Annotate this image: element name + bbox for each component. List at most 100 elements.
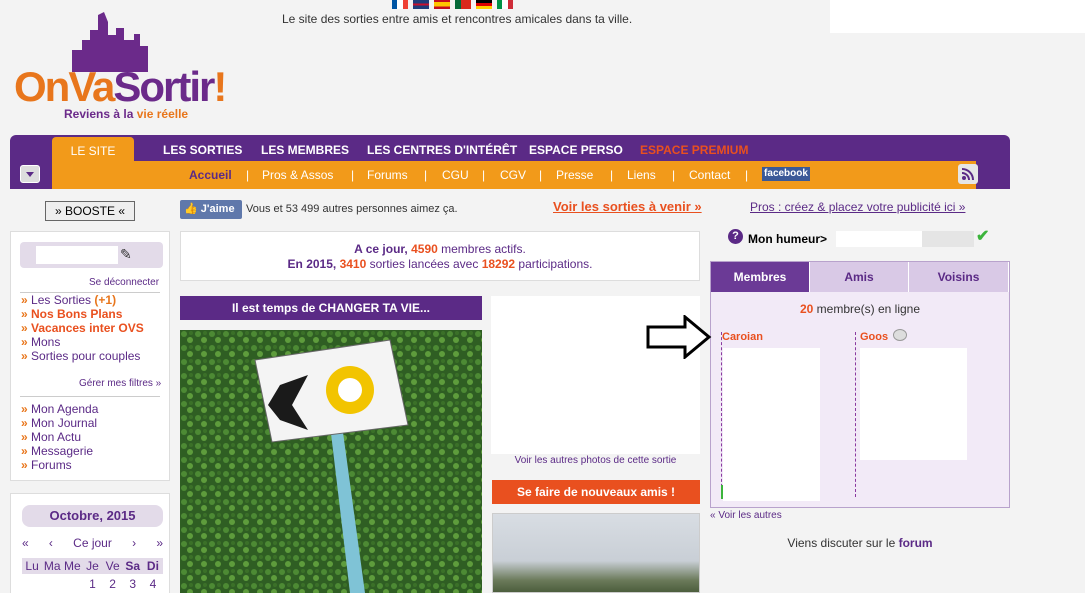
subnav-accueil[interactable]: Accueil — [189, 168, 232, 182]
change-life-banner[interactable]: Il est temps de CHANGER TA VIE... — [180, 296, 482, 320]
mood-input[interactable] — [836, 231, 922, 247]
facebook-link[interactable]: facebook — [762, 167, 810, 181]
calendar-day[interactable]: 2 — [103, 576, 123, 592]
manage-filters-link[interactable]: Gérer mes filtres » — [79, 378, 161, 389]
subnav-pros-assos[interactable]: Pros & Assos — [262, 168, 333, 182]
sidebar-item-les-sorties[interactable]: Les Sorties (+1) — [21, 293, 116, 307]
flag-de-icon[interactable] — [476, 0, 492, 9]
flag-fr-icon[interactable] — [392, 0, 408, 9]
nav-les-membres[interactable]: LES MEMBRES — [261, 143, 349, 157]
sidebar-item-bons-plans[interactable]: Nos Bons Plans — [21, 307, 122, 321]
cal-today[interactable]: Ce jour — [73, 536, 112, 550]
outing-photo[interactable] — [180, 330, 482, 593]
nav-les-sorties[interactable]: LES SORTIES — [163, 143, 242, 157]
facebook-like-button[interactable]: 👍 J'aime — [180, 200, 242, 219]
flag-es-icon[interactable] — [434, 0, 450, 9]
flag-uk-icon[interactable] — [413, 0, 429, 9]
member-avatar-icon[interactable] — [893, 329, 907, 341]
tab-amis[interactable]: Amis — [810, 262, 909, 292]
stats-text: sorties lancées avec — [369, 257, 479, 271]
sidebar-item-mons[interactable]: Mons — [21, 335, 60, 349]
stats-text: membres actifs. — [441, 242, 526, 256]
help-icon[interactable]: ? — [728, 229, 743, 244]
sidebar-item-forums[interactable]: Forums — [21, 458, 72, 472]
sorties-count-badge: (+1) — [94, 293, 117, 307]
forum-link[interactable]: forum — [899, 536, 933, 550]
mood-input-extension[interactable] — [922, 231, 974, 247]
flag-it-icon[interactable] — [497, 0, 513, 9]
separator: | — [745, 168, 749, 182]
facebook-like-count: Vous et 53 499 autres personnes aimez ça… — [246, 203, 458, 215]
logo-exclaim: ! — [213, 63, 227, 110]
separator: | — [539, 168, 543, 182]
calendar-day[interactable]: 3 — [123, 576, 143, 592]
sidebar-item-label: Les Sorties — [31, 293, 92, 307]
sidebar-item-couples[interactable]: Sorties pour couples — [21, 349, 140, 363]
forum-invite: Viens discuter sur le forum — [710, 536, 1010, 550]
more-photos-link[interactable]: Voir les autres photos de cette sortie — [491, 455, 700, 466]
calendar-day — [42, 576, 62, 592]
stats-box — [180, 231, 700, 281]
members-list-right — [860, 348, 967, 460]
logo-slogan: Reviens à la vie réelle — [64, 107, 188, 121]
online-members-count: 20 membre(s) en ligne — [710, 302, 1010, 316]
subnav-contact[interactable]: Contact — [689, 168, 730, 182]
stats-members: A ce jour, 4590 membres actifs. — [180, 242, 700, 256]
subnav-presse[interactable]: Presse — [556, 168, 593, 182]
calendar-day — [62, 576, 82, 592]
column-divider — [855, 332, 856, 497]
see-others-link[interactable]: « Voir les autres — [710, 510, 782, 521]
logout-link[interactable]: Se déconnecter — [89, 277, 159, 288]
nav-centres-interet[interactable]: LES CENTRES D'INTÉRÊT — [367, 143, 517, 157]
sidebar-item-messagerie[interactable]: Messagerie — [21, 444, 93, 458]
cal-prev-month[interactable]: ‹ — [49, 536, 53, 550]
participations-count: 18292 — [481, 257, 516, 271]
member-name[interactable]: Caroian — [722, 331, 763, 340]
rss-icon[interactable] — [958, 164, 978, 184]
nav-espace-premium[interactable]: ESPACE PREMIUM — [640, 143, 748, 157]
tab-membres[interactable]: Membres — [711, 262, 810, 292]
separator: | — [482, 168, 486, 182]
cal-prev-year[interactable]: « — [22, 536, 29, 550]
sidebar-item-agenda[interactable]: Mon Agenda — [21, 402, 98, 416]
nav-espace-perso[interactable]: ESPACE PERSO — [529, 143, 623, 157]
weekday: Ve — [105, 559, 120, 573]
ad-placeholder — [830, 0, 1085, 33]
tab-le-site[interactable]: LE SITE — [52, 137, 134, 163]
arrow-right-icon — [646, 315, 712, 359]
pencil-icon[interactable]: ✎ — [120, 246, 132, 263]
stats-label: A ce jour, — [354, 242, 408, 256]
logo-wordmark[interactable]: OnVaSortir! — [14, 63, 227, 110]
tab-voisins[interactable]: Voisins — [909, 262, 1009, 292]
logo-part-onva: OnVa — [14, 63, 115, 110]
subnav-cgv[interactable]: CGV — [500, 168, 526, 182]
stats-outings: En 2015, 3410 sorties lancées avec 18292… — [180, 257, 700, 271]
member-name[interactable]: Goos — [860, 331, 888, 340]
cal-next-year[interactable]: » — [156, 536, 163, 550]
new-friends-banner[interactable]: Se faire de nouveaux amis ! — [492, 480, 700, 504]
pros-ad-link[interactable]: Pros : créez & placez votre publicité ic… — [750, 200, 965, 214]
online-label: membre(s) en ligne — [816, 302, 921, 316]
separator: | — [246, 168, 250, 182]
calendar-day[interactable]: 1 — [82, 576, 102, 592]
flag-pt-icon[interactable] — [455, 0, 471, 9]
weekday: Ma — [43, 559, 61, 573]
online-number: 20 — [799, 302, 814, 316]
left-search-input[interactable] — [36, 246, 118, 264]
cal-next-month[interactable]: › — [132, 536, 136, 550]
subnav-cgu[interactable]: CGU — [442, 168, 469, 182]
sidebar-item-actu[interactable]: Mon Actu — [21, 430, 81, 444]
calendar-day[interactable]: 4 — [143, 576, 163, 592]
menu-dropdown-icon[interactable] — [20, 165, 40, 183]
landscape-photo[interactable] — [492, 513, 700, 593]
checkmark-icon[interactable]: ✔ — [976, 226, 989, 246]
sidebar-item-vacances[interactable]: Vacances inter OVS — [21, 321, 144, 335]
subnav-forums[interactable]: Forums — [367, 168, 408, 182]
boost-button[interactable]: » BOOSTE « — [45, 201, 135, 221]
subnav-liens[interactable]: Liens — [627, 168, 656, 182]
upcoming-outings-link[interactable]: Voir les sorties à venir » — [553, 199, 702, 214]
sidebar-item-journal[interactable]: Mon Journal — [21, 416, 97, 430]
active-members-count: 4590 — [411, 242, 438, 256]
separator: | — [351, 168, 355, 182]
separator: | — [424, 168, 428, 182]
